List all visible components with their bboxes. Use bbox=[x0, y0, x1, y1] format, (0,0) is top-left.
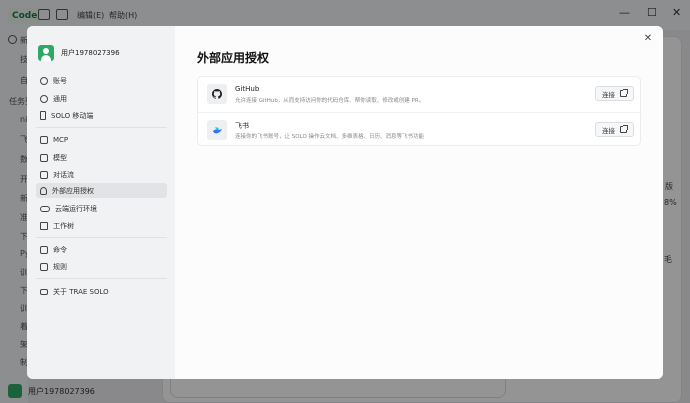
menu-item-mcp[interactable]: MCP bbox=[36, 132, 167, 147]
user-name: 用户1978027396 bbox=[61, 49, 120, 57]
menu-item-command[interactable]: 命令 bbox=[36, 242, 167, 257]
menu-item-label: SOLO 移动端 bbox=[51, 111, 94, 120]
github-icon bbox=[207, 84, 227, 104]
menu-item-label: 外部应用授权 bbox=[52, 186, 94, 195]
divider bbox=[36, 237, 167, 238]
divider bbox=[36, 127, 167, 128]
menu-item-label: 云端运行环境 bbox=[55, 204, 97, 213]
worktree-icon bbox=[40, 221, 48, 230]
menu-item-label: 规则 bbox=[53, 262, 67, 271]
external-apps-card: GitHub 允许连接 GitHub，从而支持访问你的代码仓库、帮你读取、修改或… bbox=[197, 76, 642, 146]
menu-item-label: 通用 bbox=[53, 94, 67, 103]
service-name: GitHub bbox=[235, 85, 260, 93]
page-title: 外部应用授权 bbox=[197, 51, 270, 65]
command-icon bbox=[40, 245, 48, 254]
menu-item-label: 命令 bbox=[53, 245, 67, 254]
divider bbox=[36, 278, 167, 279]
close-icon[interactable]: ✕ bbox=[641, 32, 655, 46]
settings-sidebar: 用户1978027396 账号 通用 SOLO 移动端 MCP 模型 对话流 外… bbox=[27, 26, 175, 379]
service-description: 允许连接 GitHub，从而支持访问你的代码仓库、帮你读取、修改或创建 PR。 bbox=[235, 98, 425, 104]
menu-item-worktree[interactable]: 工作树 bbox=[36, 218, 167, 233]
external-link-icon bbox=[620, 89, 628, 97]
menu-item-model[interactable]: 模型 bbox=[36, 150, 167, 165]
menu-item-external-app-auth[interactable]: 外部应用授权 bbox=[36, 183, 167, 198]
connect-feishu-button[interactable]: 连接 bbox=[595, 122, 634, 137]
cloud-icon bbox=[40, 205, 50, 212]
list-item: GitHub 允许连接 GitHub，从而支持访问你的代码仓库、帮你读取、修改或… bbox=[198, 77, 642, 111]
menu-item-label: 账号 bbox=[53, 76, 67, 85]
user-circle-icon bbox=[40, 76, 48, 85]
menu-item-rules[interactable]: 规则 bbox=[36, 259, 167, 274]
menu-item-general[interactable]: 通用 bbox=[36, 91, 167, 106]
menu-item-about[interactable]: 关于 TRAE SOLO bbox=[36, 284, 167, 299]
trae-logo-icon bbox=[40, 288, 48, 295]
model-icon bbox=[40, 153, 48, 162]
menu-item-label: 对话流 bbox=[53, 170, 74, 179]
settings-user: 用户1978027396 bbox=[38, 45, 120, 61]
menu-item-label: 模型 bbox=[53, 153, 67, 162]
settings-modal: 用户1978027396 账号 通用 SOLO 移动端 MCP 模型 对话流 外… bbox=[27, 26, 663, 379]
menu-item-label: 关于 TRAE SOLO bbox=[53, 287, 109, 296]
menu-item-solo-mobile[interactable]: SOLO 移动端 bbox=[36, 108, 167, 123]
chat-flow-icon bbox=[40, 170, 48, 179]
settings-icon bbox=[40, 94, 48, 103]
button-label: 连接 bbox=[602, 90, 615, 99]
feishu-icon bbox=[207, 120, 227, 140]
service-name: 飞书 bbox=[235, 122, 249, 130]
rules-icon bbox=[40, 262, 48, 271]
settings-content: ✕ 外部应用授权 GitHub 允许连接 GitHub，从而支持访问你的代码仓库… bbox=[175, 26, 663, 379]
person-icon bbox=[40, 186, 47, 195]
menu-item-label: 工作树 bbox=[53, 221, 74, 230]
mcp-icon bbox=[40, 135, 48, 144]
phone-icon bbox=[40, 111, 46, 120]
menu-item-label: MCP bbox=[53, 135, 69, 144]
menu-item-cloud-runtime[interactable]: 云端运行环境 bbox=[36, 201, 167, 216]
external-link-icon bbox=[620, 125, 628, 133]
connect-github-button[interactable]: 连接 bbox=[595, 86, 634, 101]
list-item: 飞书 连接你的飞书账号，让 SOLO 操作云文档、多维表格、日历、消息等飞书功能… bbox=[198, 112, 642, 146]
menu-item-account[interactable]: 账号 bbox=[36, 73, 167, 88]
service-description: 连接你的飞书账号，让 SOLO 操作云文档、多维表格、日历、消息等飞书功能 bbox=[235, 134, 425, 140]
avatar bbox=[38, 45, 54, 61]
button-label: 连接 bbox=[602, 126, 615, 135]
menu-item-chat-flow[interactable]: 对话流 bbox=[36, 167, 167, 182]
